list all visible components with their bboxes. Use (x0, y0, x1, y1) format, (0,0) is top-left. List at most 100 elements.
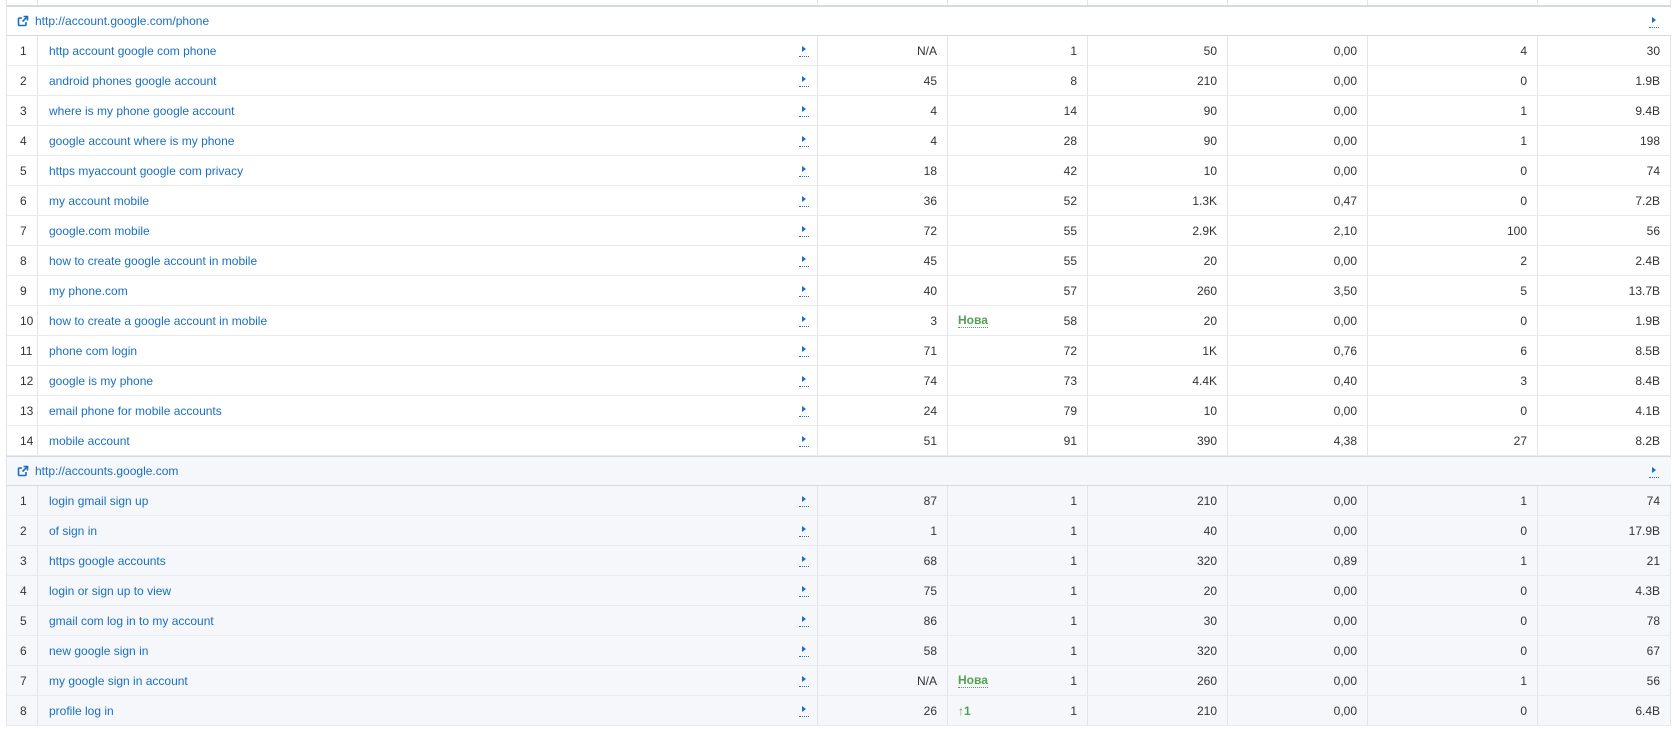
rank-value: 55 (1063, 223, 1077, 238)
results-value: 67 (1538, 636, 1671, 665)
keyword-link[interactable]: new google sign in (49, 644, 148, 658)
keyword-expand-arrow[interactable] (799, 524, 809, 537)
results-value: 198 (1538, 126, 1671, 155)
table-row: 3 https google accounts 68 1 320 0,89 1 21 (7, 546, 1671, 576)
keyword-link[interactable]: gmail com log in to my account (49, 614, 214, 628)
keyword-expand-arrow[interactable] (799, 134, 809, 147)
table-row: 3 where is my phone google account 4 14 90 0,… (7, 96, 1671, 126)
keyword-expand-arrow[interactable] (799, 44, 809, 57)
keyword-expand-arrow[interactable] (799, 674, 809, 687)
rank-cell: 1 (948, 576, 1088, 605)
results-value: 56 (1538, 666, 1671, 695)
keyword-link[interactable]: google account where is my phone (49, 134, 234, 148)
keyword-link[interactable]: my google sign in account (49, 674, 188, 688)
competition-value: 1 (1368, 126, 1538, 155)
rank-cell: 57 (948, 276, 1088, 305)
row-number: 14 (7, 426, 38, 455)
group-expand-arrow[interactable] (1649, 15, 1659, 28)
cpc-value: 0,00 (1228, 156, 1368, 185)
keyword-link[interactable]: http account google com phone (49, 44, 216, 58)
rank-value: 79 (1063, 403, 1077, 418)
keyword-link[interactable]: phone com login (49, 344, 137, 358)
position-value: 45 (818, 66, 948, 95)
keyword-link[interactable]: where is my phone google account (49, 104, 234, 118)
keyword-cell: http account google com phone (38, 36, 818, 65)
keyword-link[interactable]: my account mobile (49, 194, 149, 208)
keyword-expand-arrow[interactable] (799, 74, 809, 87)
rank-cell: 55 (948, 246, 1088, 275)
group-url-link[interactable]: http://accounts.google.com (35, 464, 178, 478)
results-value: 21 (1538, 546, 1671, 575)
position-value: 36 (818, 186, 948, 215)
volume-value: 90 (1088, 126, 1228, 155)
keyword-expand-arrow[interactable] (799, 614, 809, 627)
keyword-link[interactable]: google is my phone (49, 374, 153, 388)
keyword-expand-arrow[interactable] (799, 104, 809, 117)
keyword-expand-arrow[interactable] (799, 584, 809, 597)
keyword-expand-arrow[interactable] (799, 314, 809, 327)
keyword-link[interactable]: https myaccount google com privacy (49, 164, 243, 178)
keyword-link[interactable]: profile log in (49, 704, 114, 718)
keyword-expand-arrow[interactable] (799, 434, 809, 447)
position-value: 40 (818, 276, 948, 305)
keyword-cell: google.com mobile (38, 216, 818, 245)
keyword-link[interactable]: https google accounts (49, 554, 166, 568)
keyword-link[interactable]: login or sign up to view (49, 584, 171, 598)
keyword-link[interactable]: google.com mobile (49, 224, 150, 238)
results-value: 78 (1538, 606, 1671, 635)
keyword-link[interactable]: login gmail sign up (49, 494, 148, 508)
keyword-link[interactable]: my phone.com (49, 284, 128, 298)
keyword-link[interactable]: android phones google account (49, 74, 216, 88)
keyword-expand-arrow[interactable] (799, 344, 809, 357)
keyword-expand-arrow[interactable] (799, 494, 809, 507)
volume-value: 40 (1088, 516, 1228, 545)
rank-value: 1 (1070, 583, 1077, 598)
keyword-expand-arrow[interactable] (799, 704, 809, 717)
keyword-cell: login or sign up to view (38, 576, 818, 605)
position-value: N/A (818, 666, 948, 695)
volume-value: 20 (1088, 306, 1228, 335)
keyword-expand-arrow[interactable] (799, 644, 809, 657)
rank-cell: Нова 58 (948, 306, 1088, 335)
group-url-link[interactable]: http://account.google.com/phone (35, 14, 209, 28)
group-expand-arrow[interactable] (1649, 465, 1659, 478)
competition-value: 0 (1368, 696, 1538, 725)
group-header: http://accounts.google.com (7, 456, 1671, 486)
rank-value: 1 (1070, 493, 1077, 508)
rank-value: 14 (1063, 103, 1077, 118)
rank-cell: 42 (948, 156, 1088, 185)
keyword-link[interactable]: mobile account (49, 434, 130, 448)
keyword-link[interactable]: of sign in (49, 524, 97, 538)
competition-value: 0 (1368, 606, 1538, 635)
rank-cell: 91 (948, 426, 1088, 455)
keyword-cell: where is my phone google account (38, 96, 818, 125)
row-number: 5 (7, 606, 38, 635)
position-value: 86 (818, 606, 948, 635)
table-row: 2 android phones google account 45 8 210 0,00… (7, 66, 1671, 96)
competition-value: 27 (1368, 426, 1538, 455)
keyword-expand-arrow[interactable] (799, 284, 809, 297)
cpc-value: 0,00 (1228, 486, 1368, 515)
results-value: 1.9B (1538, 306, 1671, 335)
keyword-link[interactable]: how to create a google account in mobile (49, 314, 267, 328)
table-row: 7 my google sign in account N/A Нова 1 260 0,0… (7, 666, 1671, 696)
keyword-link[interactable]: how to create google account in mobile (49, 254, 257, 268)
keyword-link[interactable]: email phone for mobile accounts (49, 404, 222, 418)
rank-cell: 73 (948, 366, 1088, 395)
keyword-expand-arrow[interactable] (799, 554, 809, 567)
results-value: 8.4B (1538, 366, 1671, 395)
table-row: 4 login or sign up to view 75 1 20 0,00 0 4.3B (7, 576, 1671, 606)
keyword-cell: how to create google account in mobile (38, 246, 818, 275)
keyword-expand-arrow[interactable] (799, 224, 809, 237)
keyword-expand-arrow[interactable] (799, 254, 809, 267)
keyword-cell: google is my phone (38, 366, 818, 395)
volume-value: 210 (1088, 696, 1228, 725)
keyword-expand-arrow[interactable] (799, 374, 809, 387)
results-value: 4.1B (1538, 396, 1671, 425)
keyword-expand-arrow[interactable] (799, 164, 809, 177)
position-value: 75 (818, 576, 948, 605)
position-value: 68 (818, 546, 948, 575)
table-row: 7 google.com mobile 72 55 2.9K 2,10 100 56 (7, 216, 1671, 246)
keyword-expand-arrow[interactable] (799, 404, 809, 417)
keyword-expand-arrow[interactable] (799, 194, 809, 207)
